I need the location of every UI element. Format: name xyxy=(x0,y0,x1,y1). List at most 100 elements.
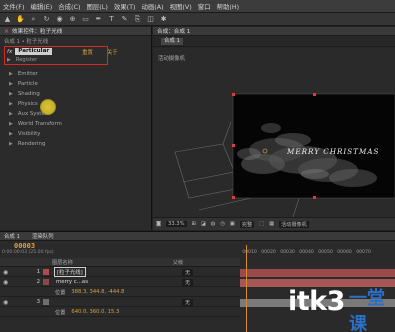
color-icon[interactable]: ◍ xyxy=(211,221,216,227)
position-value[interactable]: 388.3, 344.8, -444.8 xyxy=(71,289,124,295)
comp-panel-tabs: 合成：合成 1 xyxy=(153,27,395,36)
transparency-icon[interactable]: ▦ xyxy=(269,221,274,227)
brush-tool-icon[interactable]: ✎ xyxy=(119,15,130,24)
ruler-tick: 00050 xyxy=(318,250,333,255)
menu-effect[interactable]: 效果(T) xyxy=(111,2,139,11)
parent-dropdown[interactable]: 无 xyxy=(182,268,194,276)
property-row[interactable]: 位置 640.0, 360.0, 15.3 xyxy=(0,308,240,317)
layer-name-header[interactable]: 图层名称 xyxy=(52,259,73,266)
parent-dropdown[interactable]: 无 xyxy=(182,278,194,286)
visibility-eye-icon[interactable]: ◉ xyxy=(3,299,8,306)
property-physics[interactable]: ▶ Physics xyxy=(4,99,150,109)
ruler-tick: 00070 xyxy=(356,250,371,255)
camera-tool-icon[interactable]: ◉ xyxy=(54,15,65,24)
comp-sub-tab[interactable]: 合成 1 xyxy=(161,37,183,45)
text-tool-icon[interactable]: T xyxy=(106,15,117,24)
expand-arrow-icon[interactable]: ▶ xyxy=(9,141,13,147)
time-icon[interactable]: ◷ xyxy=(220,221,225,227)
puppet-tool-icon[interactable]: ✱ xyxy=(158,15,169,24)
layer-row[interactable]: ◉ 3 无 xyxy=(0,298,240,307)
comp-footer: ◙ 33.3% ⊞ ◪ ◍ ◷ ▣ 完整 ⬚ ▦ 活动摄像机 xyxy=(153,217,395,230)
layer-name[interactable]: [粒子光线] xyxy=(54,267,86,277)
menu-file[interactable]: 文件(F) xyxy=(0,2,27,11)
property-particle[interactable]: ▶ Particle xyxy=(4,79,150,89)
property-label: World Transform xyxy=(17,121,62,127)
tab-effect-controls[interactable]: 效果控件：粒子光线 xyxy=(12,27,62,35)
layer-color-swatch[interactable] xyxy=(43,279,49,285)
camera-icon[interactable]: ◙ xyxy=(156,221,161,227)
close-icon[interactable]: × xyxy=(4,28,9,35)
expand-arrow-icon[interactable]: ▶ xyxy=(9,111,13,117)
clone-tool-icon[interactable]: ⎘ xyxy=(132,15,143,24)
panel-breadcrumb: 合成 1 • 粒子光线 xyxy=(4,38,49,45)
rotate-tool-icon[interactable]: ↻ xyxy=(41,15,52,24)
zoom-tool-icon[interactable]: ⌕ xyxy=(28,15,39,24)
expand-arrow-icon[interactable]: ▶ xyxy=(9,91,13,97)
composition-viewer[interactable]: 活动摄像机 MERRY CHRISTMAS xyxy=(153,48,395,217)
layer-name[interactable]: merry c...as xyxy=(54,279,90,285)
pan-tool-icon[interactable]: ⊕ xyxy=(67,15,78,24)
snapshot-icon[interactable]: ◪ xyxy=(201,221,206,227)
layer-duration-bar[interactable] xyxy=(240,269,395,277)
tab-render-queue[interactable]: 渲染队列 xyxy=(32,232,54,240)
visibility-eye-icon[interactable]: ◉ xyxy=(3,269,8,276)
zoom-dropdown[interactable]: 33.3% xyxy=(166,221,187,227)
channel-icon[interactable]: ▣ xyxy=(230,221,235,227)
menu-composition[interactable]: 合成(C) xyxy=(55,2,83,11)
tab-composition[interactable]: 合成：合成 1 xyxy=(157,27,190,35)
watermark-text: itk3 xyxy=(288,286,345,317)
menu-help[interactable]: 帮助(H) xyxy=(214,2,243,11)
playhead[interactable] xyxy=(246,245,247,332)
expand-arrow-icon[interactable]: ▶ xyxy=(9,81,13,87)
position-label: 位置 xyxy=(55,289,66,296)
rectangle-tool-icon[interactable]: ▭ xyxy=(80,15,91,24)
layer-color-swatch[interactable] xyxy=(43,269,49,275)
expand-arrow-icon[interactable]: ▶ xyxy=(9,131,13,137)
current-time[interactable]: 00003 xyxy=(14,242,35,250)
position-label: 位置 xyxy=(55,309,66,316)
hand-tool-icon[interactable]: ✋ xyxy=(15,15,26,24)
time-ruler[interactable]: 00010 00020 00030 00040 00050 00060 0007… xyxy=(240,245,395,255)
property-aux-system[interactable]: ▶ Aux System xyxy=(4,109,150,119)
property-row[interactable]: 位置 388.3, 344.8, -444.8 xyxy=(0,288,240,297)
property-rendering[interactable]: ▶ Rendering xyxy=(4,139,150,149)
expand-arrow-icon[interactable]: ▶ xyxy=(9,121,13,127)
property-label: Particle xyxy=(17,81,38,87)
layer-column-header: 图层名称 父级 xyxy=(0,258,240,267)
region-icon[interactable]: ⬚ xyxy=(259,221,264,227)
position-value[interactable]: 640.0, 360.0, 15.3 xyxy=(71,309,119,315)
menu-view[interactable]: 视图(V) xyxy=(167,2,195,11)
menu-animation[interactable]: 动画(A) xyxy=(139,2,167,11)
pen-tool-icon[interactable]: ✒ xyxy=(93,15,104,24)
property-visibility[interactable]: ▶ Visibility xyxy=(4,129,150,139)
property-world-transform[interactable]: ▶ World Transform xyxy=(4,119,150,129)
layer-row[interactable]: ◉ 2 merry c...as 无 xyxy=(0,278,240,287)
parent-header[interactable]: 父级 xyxy=(173,259,183,266)
quality-dropdown[interactable]: 完整 xyxy=(239,220,255,228)
parent-dropdown[interactable]: 无 xyxy=(182,298,194,306)
ruler-tick: 00010 xyxy=(242,250,257,255)
watermark-cn-text: 一堂课 xyxy=(349,288,385,332)
grid-icon[interactable]: ⊞ xyxy=(192,221,196,227)
layer-number: 3 xyxy=(36,299,40,305)
menu-window[interactable]: 窗口 xyxy=(195,2,214,11)
property-emitter[interactable]: ▶ Emitter xyxy=(4,69,150,79)
camera-dropdown[interactable]: 活动摄像机 xyxy=(278,220,309,228)
tab-comp-1[interactable]: 合成 1 xyxy=(4,232,20,240)
about-link[interactable]: 关于 xyxy=(107,48,118,56)
layer-number: 1 xyxy=(36,269,40,275)
expand-arrow-icon[interactable]: ▶ xyxy=(9,71,13,77)
property-shading[interactable]: ▶ Shading xyxy=(4,89,150,99)
layer-number: 2 xyxy=(36,279,40,285)
eraser-tool-icon[interactable]: ◫ xyxy=(145,15,156,24)
watermark-logo: itk3 xyxy=(288,286,345,317)
visibility-eye-icon[interactable]: ◉ xyxy=(3,279,8,286)
menu-layer[interactable]: 图层(L) xyxy=(84,2,111,11)
property-label: Shading xyxy=(17,91,40,97)
layer-row[interactable]: ◉ 1 [粒子光线] 无 xyxy=(0,267,240,277)
expand-arrow-icon[interactable]: ▶ xyxy=(9,101,13,107)
menu-edit[interactable]: 编辑(E) xyxy=(27,2,55,11)
selection-tool-icon[interactable]: ▲ xyxy=(2,15,13,24)
layer-color-swatch[interactable] xyxy=(43,299,49,305)
property-label: Emitter xyxy=(17,71,38,77)
